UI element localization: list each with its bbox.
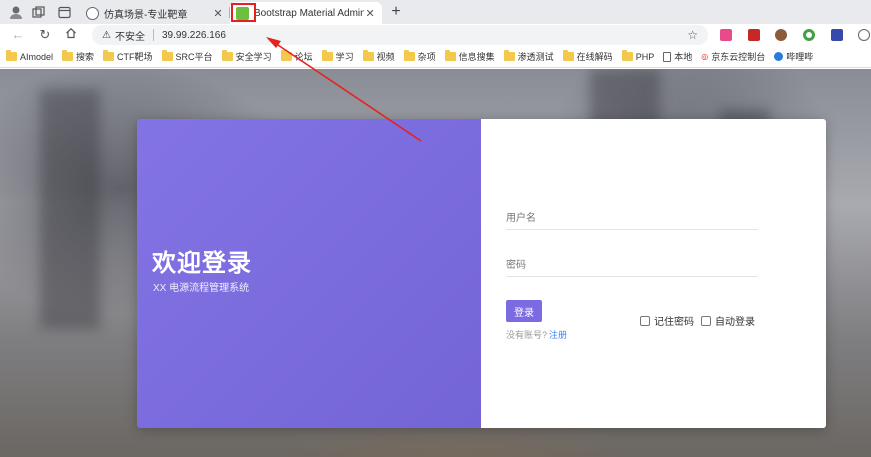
welcome-title: 欢迎登录 [152, 250, 252, 277]
bookmark-php[interactable]: PHP [621, 50, 655, 62]
no-account-text: 没有账号? [506, 330, 548, 340]
folder-icon [562, 50, 574, 61]
bilibili-icon [774, 52, 784, 61]
bookmark-label: 视频 [376, 52, 395, 62]
folder-icon [444, 50, 456, 61]
bookmark-label: 渗透测试 [517, 52, 554, 62]
plus-icon[interactable]: + [388, 3, 404, 21]
password-input[interactable] [506, 255, 758, 277]
folder-icon [362, 50, 374, 61]
divider [152, 29, 154, 41]
star-icon[interactable]: ☆ [687, 28, 698, 42]
back-icon[interactable]: ← [10, 27, 26, 43]
url-text[interactable]: 39.99.226.166 [162, 30, 687, 41]
folder-icon [503, 50, 515, 61]
bookmark-label: SRC平台 [175, 52, 213, 62]
bookmark-label: AImodel [20, 51, 54, 62]
folder-icon [321, 50, 333, 61]
remember-password-label: 记住密码 [654, 317, 694, 328]
bookmark-label: 信息搜集 [458, 52, 495, 62]
extensions-icon[interactable] [831, 29, 843, 41]
background-shape [40, 89, 100, 329]
system-subtitle: XX 电源流程管理系统 [153, 283, 250, 294]
tab-simulation[interactable]: 仿真场景-专业靶章 ✕ [80, 2, 230, 24]
bookmark-jdcloud[interactable]: ◎ 京东云控制台 [701, 50, 765, 63]
bookmark-pentest[interactable]: 渗透测试 [503, 50, 554, 63]
bookmark-label: 京东云控制台 [711, 52, 766, 62]
bookmark-label: CTF靶场 [117, 52, 153, 62]
close-icon[interactable]: ✕ [364, 7, 376, 20]
bookmark-aimodel[interactable]: AImodel [6, 50, 54, 62]
folder-icon [280, 50, 292, 61]
bookmark-decode[interactable]: 在线解码 [562, 50, 613, 63]
folder-icon [6, 50, 17, 61]
folder-icon [62, 50, 74, 61]
bookmark-ctf[interactable]: CTF靶场 [103, 50, 153, 63]
folder-icon [621, 50, 633, 61]
checkbox-icon[interactable] [640, 315, 650, 326]
security-label: 不安全 [114, 31, 145, 43]
bookmark-label: 在线解码 [576, 52, 613, 62]
checkbox-icon[interactable] [701, 315, 711, 326]
tab-actions-icon[interactable] [56, 4, 72, 20]
jd-icon: ◎ [701, 52, 709, 61]
bookmark-forum[interactable]: 论坛 [280, 50, 313, 63]
extension-icon[interactable] [803, 29, 815, 41]
bookmark-search[interactable]: 搜索 [62, 50, 94, 63]
bookmark-label: 安全学习 [235, 52, 272, 62]
auto-login-checkbox[interactable]: 自动登录 [701, 313, 755, 328]
settings-icon[interactable] [858, 29, 870, 41]
login-button[interactable]: 登录 [506, 300, 542, 322]
address-bar[interactable]: ⚠ 不安全 39.99.226.166 ☆ [92, 25, 708, 45]
auto-login-label: 自动登录 [715, 317, 755, 328]
bookmark-info-gathering[interactable]: 信息搜集 [444, 50, 495, 63]
bookmark-label: 论坛 [294, 52, 313, 62]
register-prompt: 没有账号? 注册 [506, 328, 567, 341]
register-link[interactable]: 注册 [549, 330, 567, 340]
address-toolbar: ← ↻ ⚠ 不安全 39.99.226.166 ☆ [0, 24, 871, 46]
login-form: 登录 记住密码 自动登录 没有账号?注册 [481, 119, 826, 428]
globe-icon [86, 6, 99, 20]
bookmark-label: 本地 [674, 52, 693, 62]
page-background: 欢迎登录 XX 电源流程管理系统 登录 记住密码 自动登录 没有账号?注册 [0, 69, 871, 457]
extension-icon[interactable] [748, 29, 760, 41]
profile-avatar-icon[interactable] [8, 4, 24, 20]
warning-icon: ⚠ [102, 29, 111, 41]
folder-icon [221, 50, 233, 61]
workspaces-icon[interactable] [30, 4, 46, 20]
remember-password-checkbox[interactable]: 记住密码 [640, 313, 694, 328]
bookmark-label: 哔哩哔 [786, 52, 814, 62]
folder-icon [403, 50, 415, 61]
home-icon[interactable] [63, 27, 79, 43]
bookmark-label: PHP [635, 51, 655, 62]
folder-icon [103, 50, 115, 61]
bookmark-local[interactable]: 本地 [663, 50, 692, 63]
bookmark-src[interactable]: SRC平台 [161, 50, 213, 63]
welcome-panel: 欢迎登录 XX 电源流程管理系统 [137, 119, 481, 428]
close-icon[interactable]: ✕ [212, 7, 224, 20]
bookmark-label: 搜索 [76, 52, 95, 62]
username-input[interactable] [506, 208, 758, 230]
reload-icon[interactable]: ↻ [37, 27, 53, 43]
login-card: 欢迎登录 XX 电源流程管理系统 登录 记住密码 自动登录 没有账号?注册 [137, 119, 826, 428]
folder-icon [161, 50, 173, 61]
page-icon [663, 51, 672, 62]
tab-strip: 仿真场景-专业靶章 ✕ Bootstrap Material Admin ✕ + [0, 0, 871, 24]
bookmark-video[interactable]: 视频 [362, 50, 395, 63]
cookie-icon[interactable] [775, 29, 787, 41]
bookmark-study[interactable]: 学习 [321, 50, 354, 63]
bookmarks-bar: AImodel 搜索 CTF靶场 SRC平台 安全学习 论坛 学习 视频 杂项 … [0, 46, 871, 68]
bookmark-label: 学习 [335, 52, 354, 62]
annotation-highlight-box [231, 3, 256, 22]
bookmark-bilibili[interactable]: 哔哩哔 [774, 50, 813, 63]
bookmark-security-study[interactable]: 安全学习 [221, 50, 272, 63]
tab-title: Bootstrap Material Admin [254, 7, 365, 19]
bookmark-label: 杂项 [417, 52, 436, 62]
tab-title: 仿真场景-专业靶章 [104, 9, 188, 21]
bookmark-misc[interactable]: 杂项 [403, 50, 436, 63]
extension-icon[interactable] [720, 29, 732, 41]
